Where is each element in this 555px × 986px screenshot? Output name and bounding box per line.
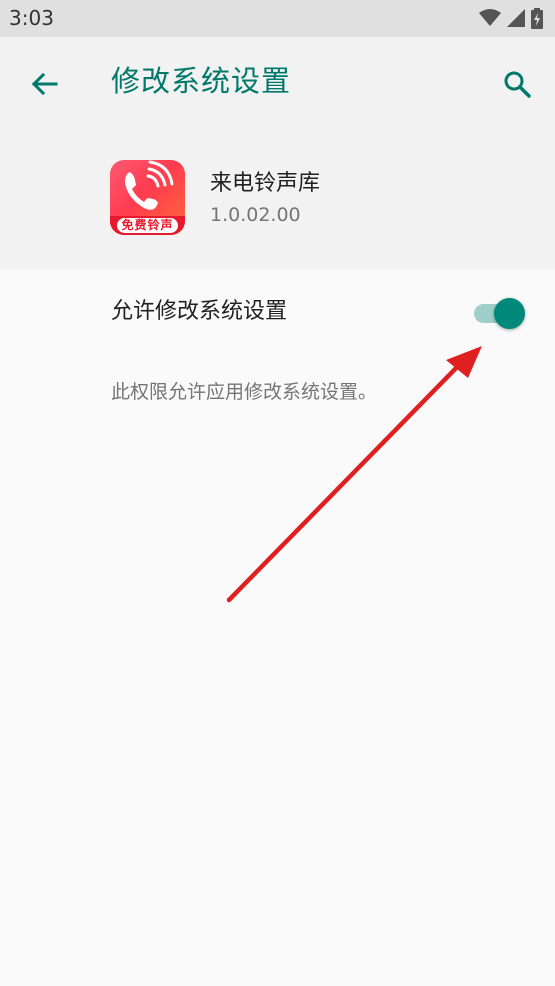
status-icons bbox=[479, 7, 543, 29]
app-icon: 免费铃声 bbox=[110, 160, 185, 235]
search-button[interactable] bbox=[495, 62, 539, 106]
app-version: 1.0.02.00 bbox=[210, 204, 301, 226]
allow-modify-settings-toggle[interactable] bbox=[474, 298, 526, 329]
cellular-signal-icon bbox=[507, 9, 525, 27]
back-button[interactable] bbox=[22, 62, 66, 106]
status-bar: 3:03 bbox=[0, 0, 555, 37]
app-icon-badge-text: 免费铃声 bbox=[117, 218, 178, 233]
status-time: 3:03 bbox=[9, 6, 54, 30]
setting-description: 此权限允许应用修改系统设置。 bbox=[111, 381, 378, 403]
app-icon-badge: 免费铃声 bbox=[110, 216, 185, 235]
app-header: 修改系统设置 免费铃声 来电铃声库 1.0.02.00 bbox=[0, 37, 555, 270]
battery-charging-icon bbox=[531, 7, 543, 29]
page-title: 修改系统设置 bbox=[111, 64, 292, 98]
wifi-icon bbox=[479, 9, 501, 26]
setting-label: 允许修改系统设置 bbox=[111, 299, 288, 324]
search-icon bbox=[504, 71, 531, 98]
arrow-back-icon bbox=[31, 72, 58, 96]
toggle-thumb bbox=[494, 298, 525, 329]
allow-modify-settings-row[interactable]: 允许修改系统设置 bbox=[0, 270, 555, 356]
app-name: 来电铃声库 bbox=[210, 171, 321, 196]
phone-ringing-icon bbox=[125, 160, 174, 210]
